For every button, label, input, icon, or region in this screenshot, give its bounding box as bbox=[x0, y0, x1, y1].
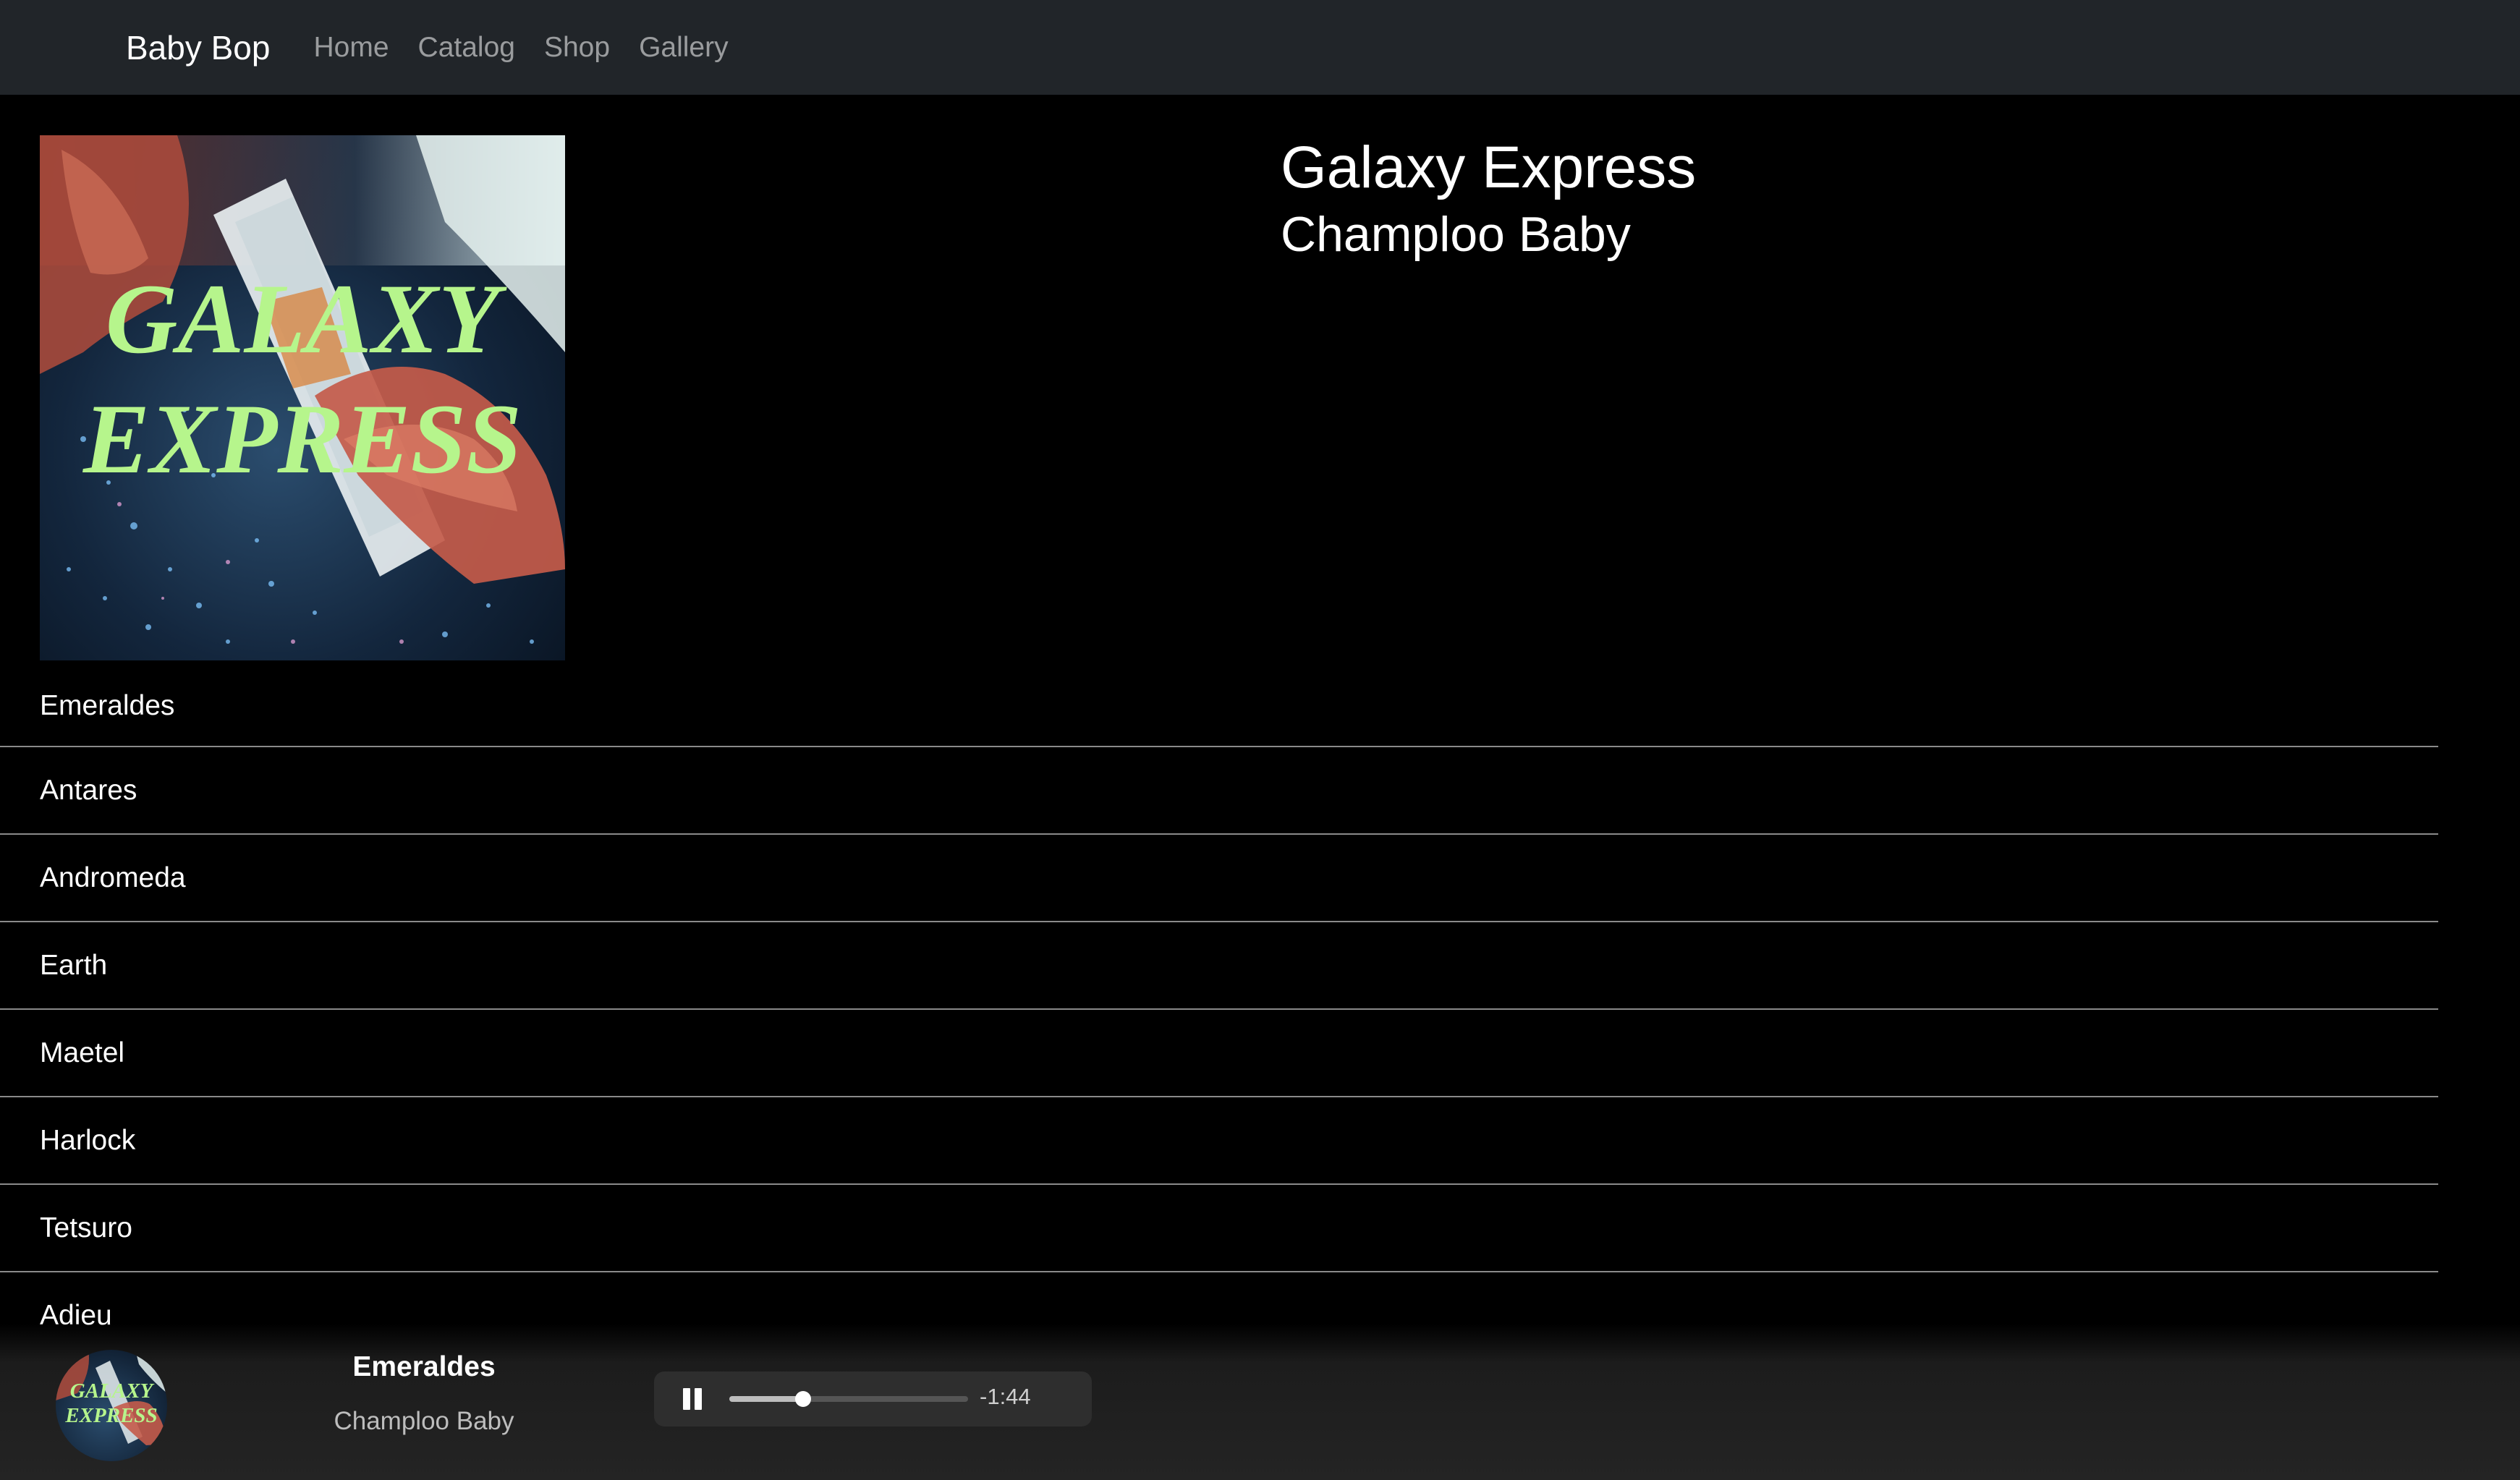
track-item[interactable]: Adieu bbox=[0, 1272, 2438, 1331]
player-bar: GALAXY EXPRESS Emeraldes Champloo Baby -… bbox=[0, 1324, 2520, 1480]
album-artist: Champloo Baby bbox=[1281, 207, 1631, 263]
track-item[interactable]: Earth bbox=[0, 922, 2438, 1010]
progress-knob[interactable] bbox=[795, 1391, 812, 1407]
progress-fill bbox=[729, 1396, 804, 1402]
mini-cover-line-1: GALAXY bbox=[70, 1379, 155, 1403]
nav-link-catalog[interactable]: Catalog bbox=[418, 32, 515, 64]
nav-link-shop[interactable]: Shop bbox=[544, 32, 610, 64]
nav-links: Home Catalog Shop Gallery bbox=[313, 32, 757, 64]
track-item[interactable]: Maetel bbox=[0, 1010, 2438, 1097]
album-cover: GALAXY EXPRESS bbox=[40, 135, 565, 660]
cover-title-line-1: GALAXY bbox=[106, 263, 507, 374]
progress-slider[interactable] bbox=[729, 1391, 968, 1407]
now-playing-cover: GALAXY EXPRESS bbox=[56, 1350, 167, 1461]
track-item[interactable]: Harlock bbox=[0, 1097, 2438, 1185]
now-playing-artist: Champloo Baby bbox=[334, 1407, 514, 1435]
now-playing-title: Emeraldes bbox=[352, 1351, 496, 1382]
track-item[interactable]: Andromeda bbox=[0, 835, 2438, 922]
mini-cover-line-2: EXPRESS bbox=[64, 1404, 157, 1427]
time-remaining: -1:44 bbox=[980, 1384, 1031, 1409]
cover-title-line-2: EXPRESS bbox=[82, 383, 522, 494]
track-item[interactable]: Tetsuro bbox=[0, 1185, 2438, 1272]
navbar: Baby Bop Home Catalog Shop Gallery bbox=[0, 0, 2520, 95]
album-title: Galaxy Express bbox=[1281, 135, 1697, 200]
nav-link-gallery[interactable]: Gallery bbox=[639, 32, 729, 64]
album-info: Galaxy Express Champloo Baby bbox=[1281, 134, 1696, 263]
player-controls: -1:44 bbox=[654, 1371, 1092, 1426]
pause-icon[interactable] bbox=[680, 1387, 705, 1411]
track-item[interactable]: Emeraldes bbox=[0, 665, 2438, 747]
track-item[interactable]: Antares bbox=[0, 747, 2438, 835]
brand-link[interactable]: Baby Bop bbox=[126, 28, 270, 67]
track-list: Emeraldes Antares Andromeda Earth Maetel… bbox=[0, 665, 2438, 1331]
nav-link-home[interactable]: Home bbox=[313, 32, 389, 64]
